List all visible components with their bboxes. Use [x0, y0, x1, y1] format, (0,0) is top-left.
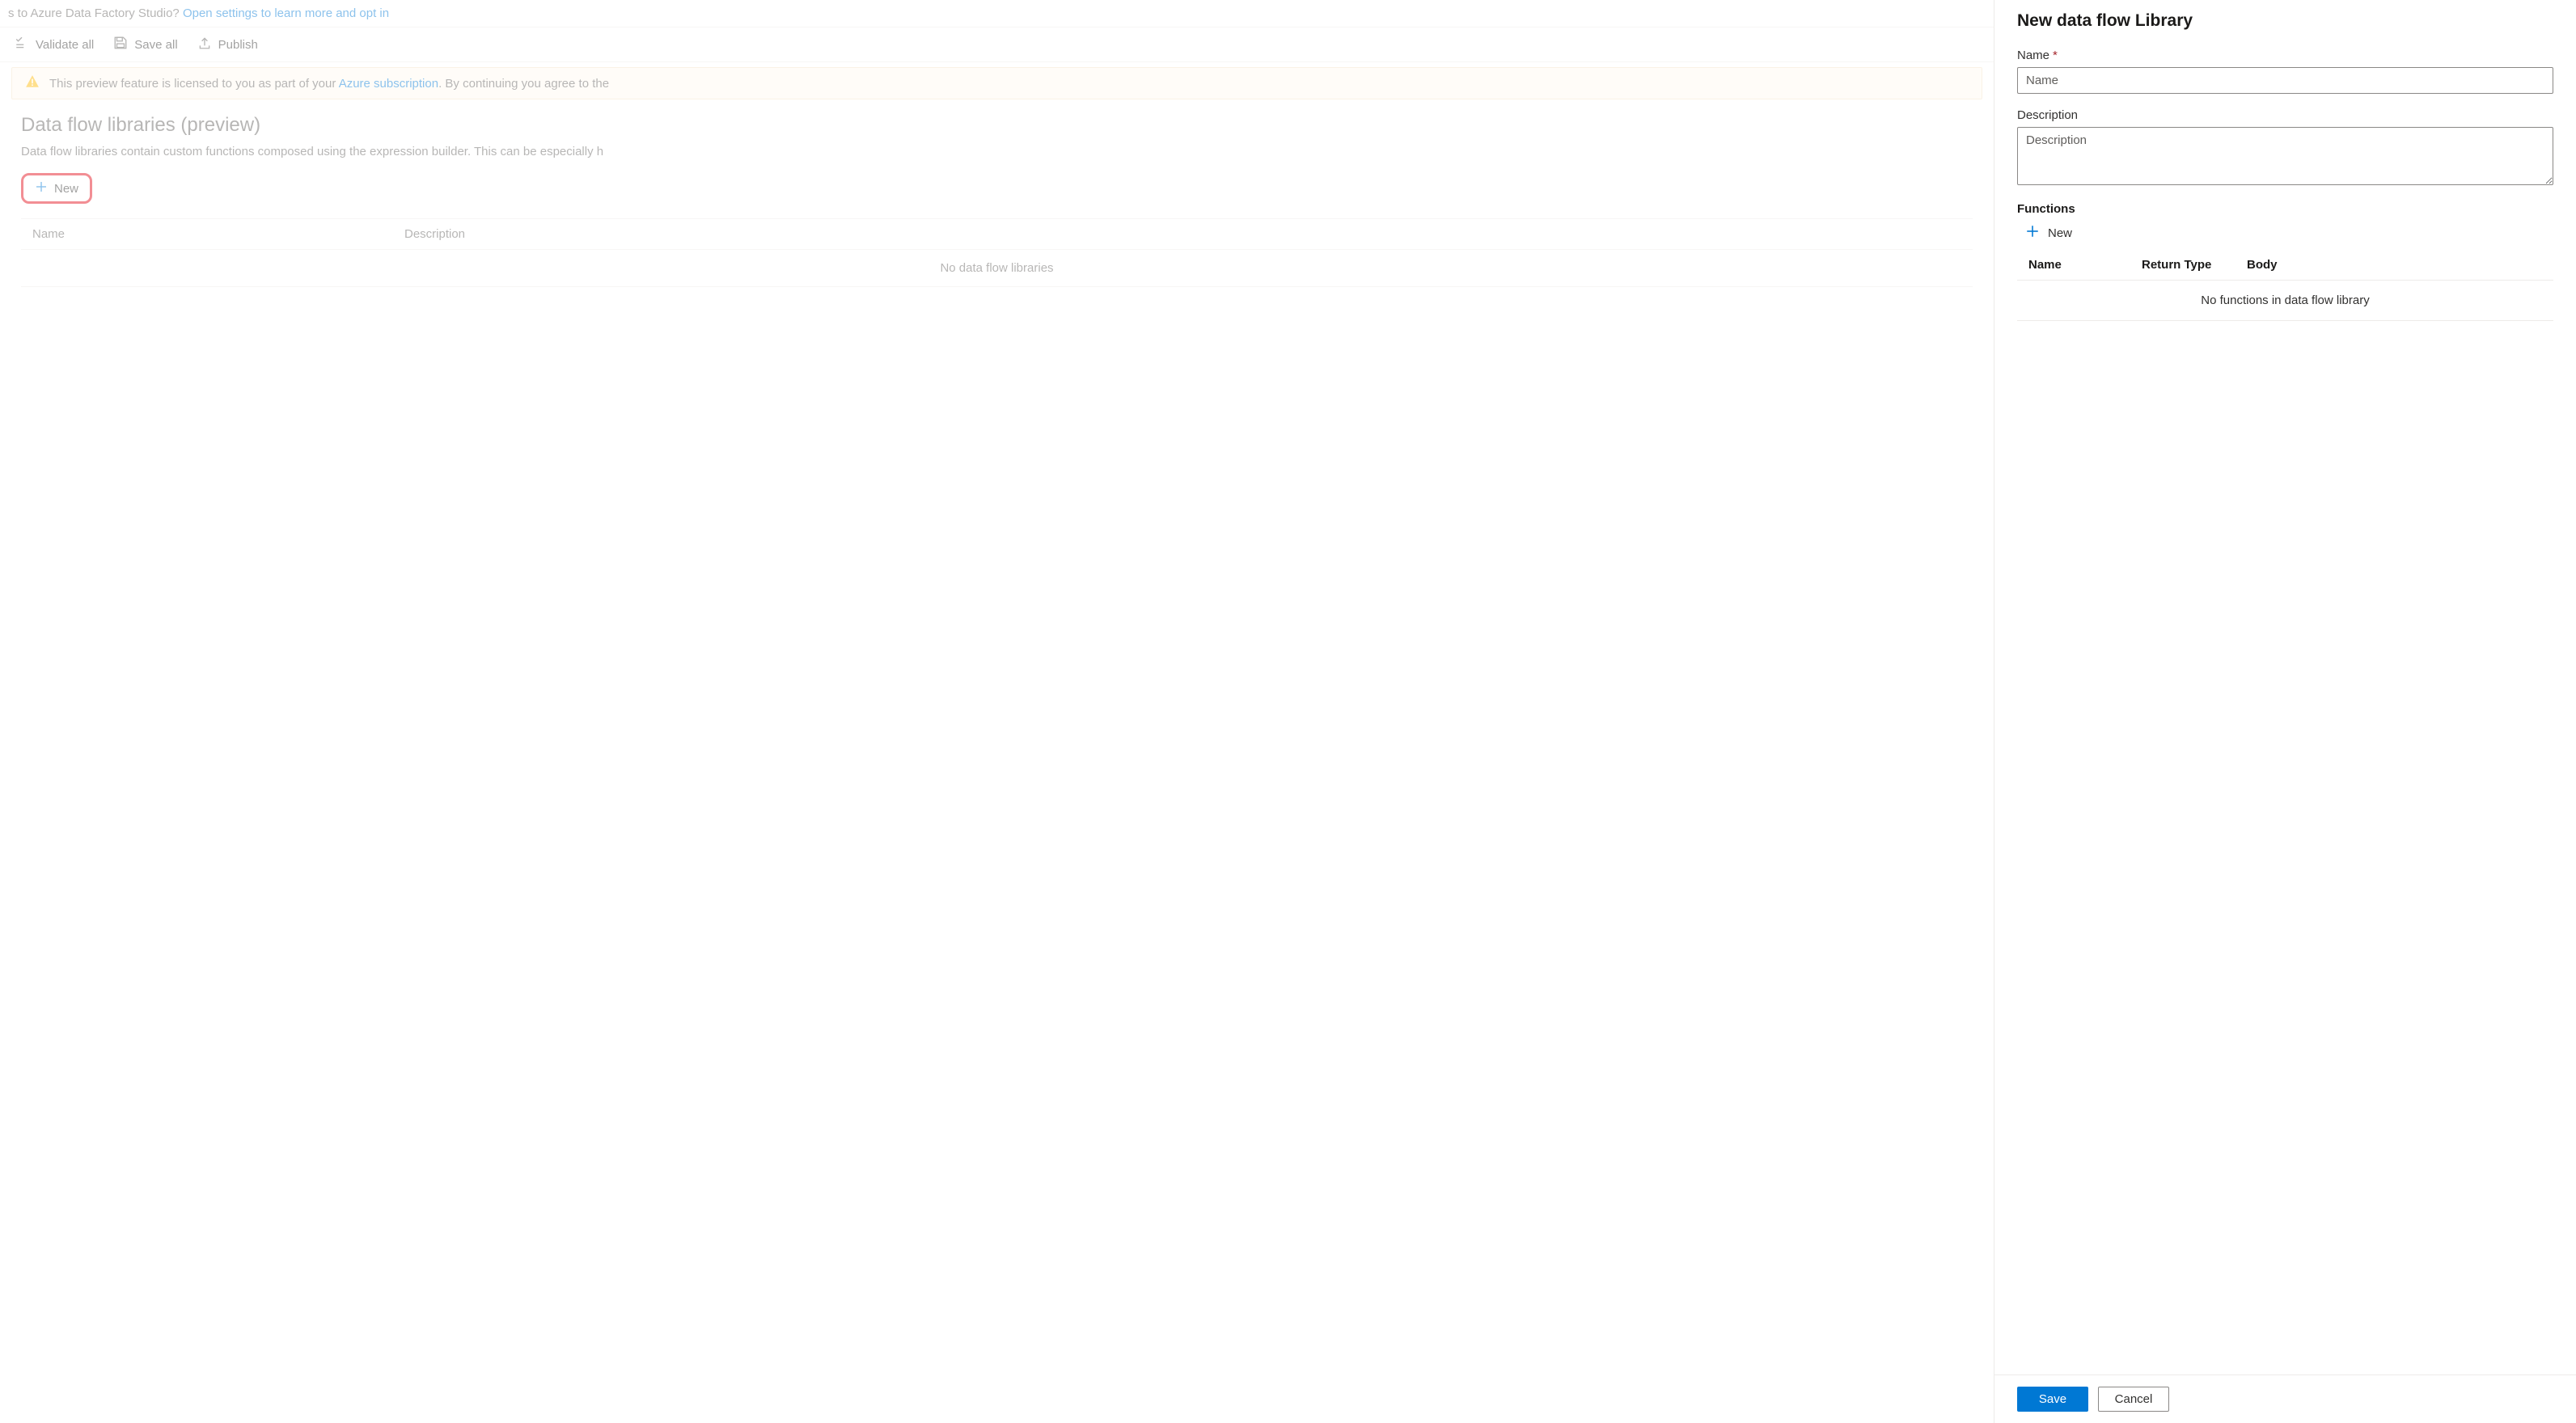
- page-content: Data flow libraries (preview) Data flow …: [0, 99, 1994, 1423]
- banner-settings-link[interactable]: Open settings to learn more and opt in: [183, 6, 389, 20]
- description-input[interactable]: [2017, 127, 2553, 185]
- main-area: s to Azure Data Factory Studio? Open set…: [0, 0, 1994, 1423]
- publish-button[interactable]: Publish: [197, 36, 258, 53]
- panel-footer: Save Cancel: [1994, 1374, 2576, 1423]
- validate-all-button[interactable]: Validate all: [15, 36, 94, 53]
- new-library-label: New: [54, 182, 78, 196]
- panel-title: New data flow Library: [2017, 11, 2553, 31]
- plus-icon: [2025, 224, 2040, 242]
- warning-suffix: . By continuing you agree to the: [438, 77, 609, 91]
- name-input[interactable]: [2017, 67, 2553, 94]
- name-label-text: Name: [2017, 49, 2049, 62]
- warning-subscription-link[interactable]: Azure subscription: [339, 77, 438, 91]
- required-asterisk: *: [2053, 49, 2058, 62]
- preview-warning-bar: This preview feature is licensed to you …: [11, 67, 1982, 99]
- new-function-label: New: [2048, 226, 2072, 240]
- libraries-table: Name Description No data flow libraries: [21, 218, 1973, 287]
- validate-all-label: Validate all: [36, 38, 94, 52]
- warning-icon: [25, 74, 40, 92]
- save-all-button[interactable]: Save all: [113, 36, 177, 53]
- top-notification-banner: s to Azure Data Factory Studio? Open set…: [0, 0, 1994, 27]
- functions-empty-message: No functions in data flow library: [2017, 281, 2553, 321]
- column-header-description: Description: [404, 227, 1961, 241]
- panel-body: New data flow Library Name* Description …: [1994, 0, 2576, 1374]
- banner-text: s to Azure Data Factory Studio?: [8, 6, 183, 20]
- name-label: Name *: [2017, 49, 2553, 62]
- toolbar: Validate all Save all Publish: [0, 27, 1994, 62]
- save-button[interactable]: Save: [2017, 1387, 2088, 1412]
- func-column-name: Name: [2028, 258, 2126, 272]
- cancel-button[interactable]: Cancel: [2098, 1387, 2169, 1412]
- check-list-icon: [15, 36, 29, 53]
- column-header-name: Name: [32, 227, 404, 241]
- new-library-panel: New data flow Library Name* Description …: [1994, 0, 2576, 1423]
- functions-table-header: Name Return Type Body: [2017, 250, 2553, 281]
- save-icon: [113, 36, 128, 53]
- description-label: Description: [2017, 108, 2553, 122]
- new-function-button[interactable]: New: [2022, 221, 2079, 245]
- warning-text: This preview feature is licensed to you …: [49, 77, 609, 91]
- upload-icon: [197, 36, 212, 53]
- publish-label: Publish: [218, 38, 258, 52]
- plus-icon: [35, 180, 48, 196]
- libraries-table-header: Name Description: [21, 219, 1973, 250]
- functions-section-label: Functions: [2017, 202, 2553, 216]
- page-title: Data flow libraries (preview): [21, 114, 1973, 137]
- page-description: Data flow libraries contain custom funct…: [21, 145, 1973, 158]
- libraries-empty-message: No data flow libraries: [21, 250, 1973, 287]
- new-library-button[interactable]: New: [21, 173, 92, 204]
- warning-prefix: This preview feature is licensed to you …: [49, 77, 339, 91]
- func-column-body: Body: [2247, 258, 2542, 272]
- save-all-label: Save all: [134, 38, 177, 52]
- func-column-return-type: Return Type: [2142, 258, 2231, 272]
